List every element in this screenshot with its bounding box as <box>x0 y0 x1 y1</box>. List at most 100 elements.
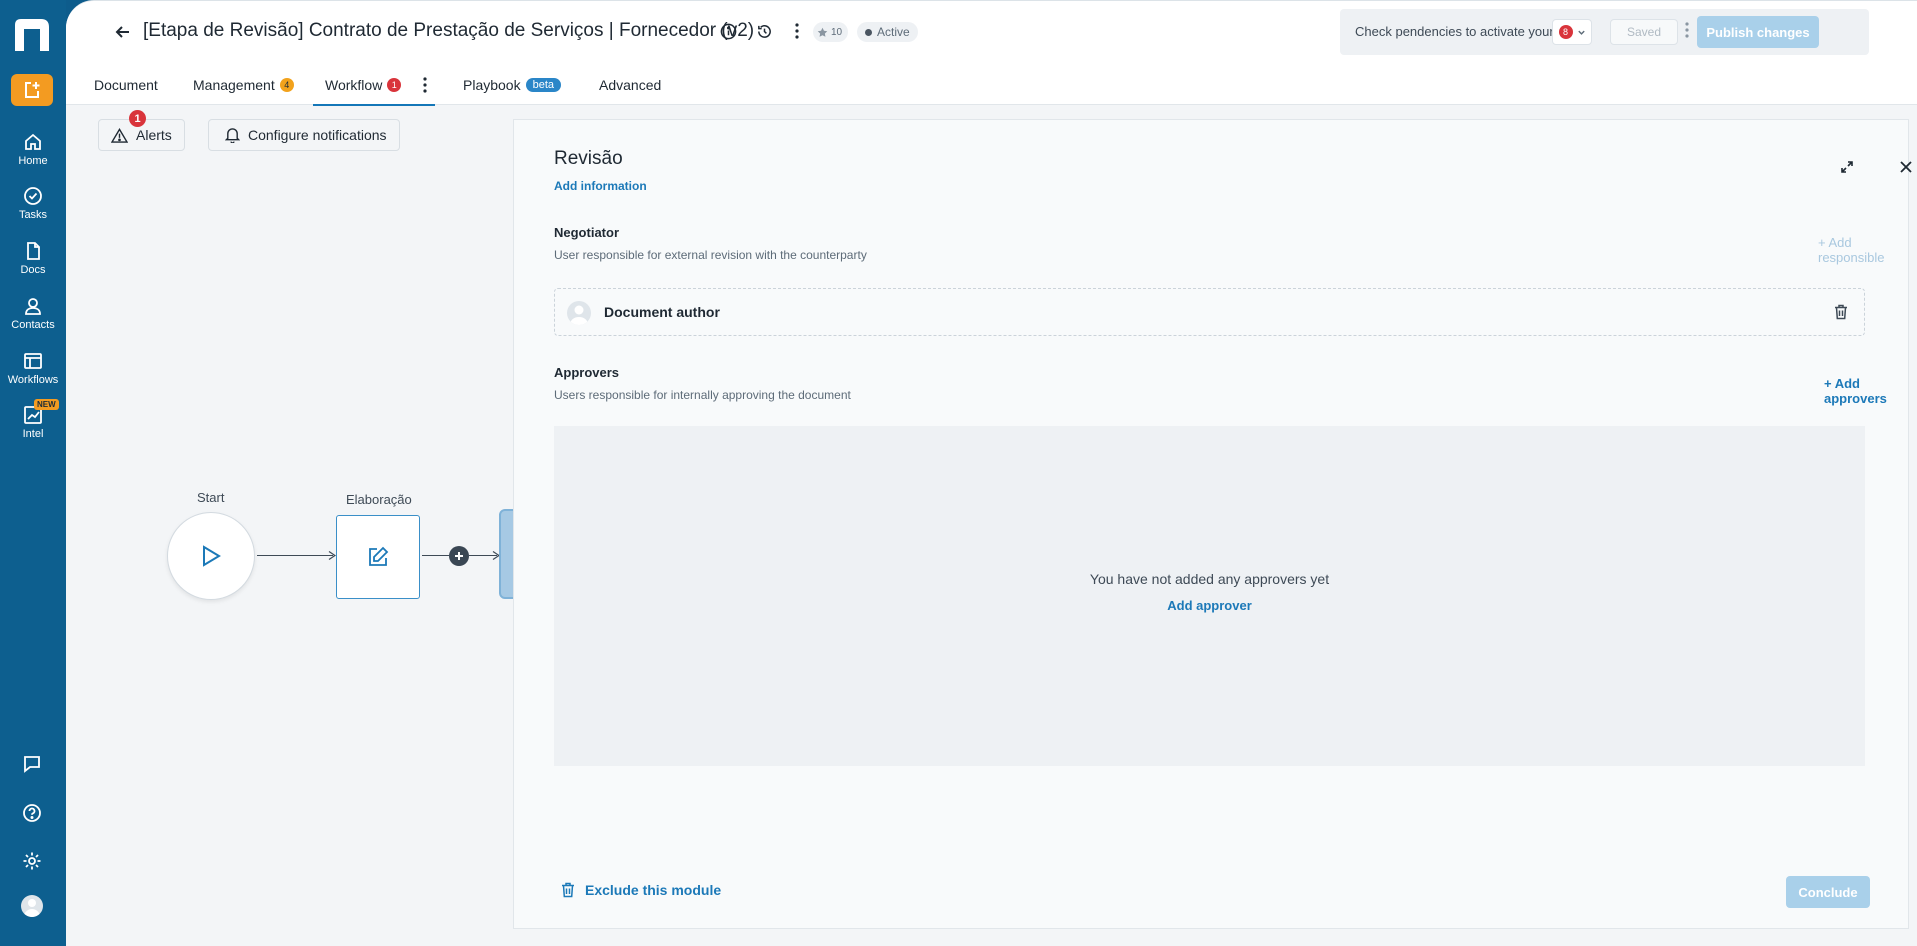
exclude-module-button[interactable]: Exclude this module <box>561 882 721 898</box>
plus-icon <box>455 552 463 560</box>
tab-label: Document <box>94 77 158 93</box>
tab-management[interactable]: Management 4 <box>193 65 294 105</box>
sidebar-item-contacts[interactable]: Contacts <box>0 296 66 331</box>
pendencies-count: 8 <box>1558 25 1573 39</box>
edit-icon <box>369 546 389 566</box>
more-vertical-icon <box>795 23 799 39</box>
add-document-icon <box>25 82 40 98</box>
saved-button[interactable]: Saved <box>1610 19 1678 45</box>
publish-bar: Check pendencies to activate your model … <box>1340 9 1869 55</box>
back-button[interactable] <box>114 23 132 46</box>
expand-button[interactable] <box>1841 160 1853 178</box>
workflow-icon <box>24 353 42 369</box>
header: [Etapa de Revisão] Contrato de Prestação… <box>66 1 1917 106</box>
sidebar-item-tasks[interactable]: Tasks <box>0 186 66 221</box>
sidebar-item-label: Contacts <box>11 319 55 331</box>
start-node-label: Start <box>197 490 225 505</box>
add-approver-link[interactable]: Add approver <box>554 598 1865 613</box>
sidebar-item-home[interactable]: Home <box>0 132 66 167</box>
tab-label: Workflow <box>325 77 383 93</box>
alerts-button[interactable]: Alerts 1 <box>98 110 185 151</box>
avatar-icon <box>570 305 588 325</box>
more-options-button[interactable] <box>788 22 806 40</box>
person-icon <box>25 298 41 315</box>
warning-icon <box>111 127 128 143</box>
page-title: [Etapa de Revisão] Contrato de Prestação… <box>143 20 755 41</box>
sidebar-item-label: Tasks <box>18 209 48 221</box>
new-badge: NEW <box>34 399 59 410</box>
add-responsible-button[interactable]: + Add responsible <box>1818 235 1908 265</box>
conclude-button[interactable]: Conclude <box>1786 876 1870 908</box>
sidebar-item-workflows[interactable]: Workflows <box>0 351 66 386</box>
alerts-count-badge: 1 <box>129 110 146 127</box>
help-icon <box>23 804 41 822</box>
start-node[interactable] <box>167 512 255 600</box>
avatar <box>567 301 591 325</box>
user-avatar[interactable] <box>21 895 43 917</box>
more-vertical-icon <box>1685 22 1689 38</box>
settings-button[interactable] <box>20 849 44 873</box>
info-button[interactable] <box>719 22 737 40</box>
remove-negotiator-button[interactable] <box>1834 304 1848 325</box>
step-details-panel: Revisão Add information Negotiator User … <box>513 119 1912 929</box>
history-icon <box>757 24 771 38</box>
expand-icon <box>1841 161 1853 173</box>
beta-badge: beta <box>525 78 562 92</box>
approvers-title: Approvers <box>554 365 620 380</box>
negotiator-title: Negotiator <box>554 225 619 240</box>
tab-label: Management <box>193 77 275 93</box>
arrowhead-icon <box>328 551 336 560</box>
chat-button[interactable] <box>20 752 44 776</box>
add-approvers-button[interactable]: + Add approvers <box>1824 376 1908 406</box>
tab-document[interactable]: Document <box>94 65 158 105</box>
close-icon <box>1900 161 1912 173</box>
add-step-button[interactable] <box>449 546 469 566</box>
star-badge[interactable]: 10 <box>813 22 849 42</box>
document-icon <box>27 242 40 260</box>
publish-more-button[interactable] <box>1685 22 1689 43</box>
empty-state-text: You have not added any approvers yet <box>1089 571 1330 587</box>
tab-label: Advanced <box>599 77 662 93</box>
panel-title: Revisão <box>554 148 623 169</box>
bell-icon <box>225 128 240 143</box>
alerts-label: Alerts <box>136 127 172 143</box>
elaboracao-node[interactable] <box>336 515 420 599</box>
main-area: [Etapa de Revisão] Contrato de Prestação… <box>66 0 1917 946</box>
history-button[interactable] <box>755 22 773 40</box>
play-icon <box>203 545 221 567</box>
approvers-empty-state: You have not added any approvers yet Add… <box>554 426 1865 766</box>
status-dot <box>865 28 872 36</box>
star-count: 10 <box>831 26 843 38</box>
tab-workflow-menu[interactable] <box>423 65 427 105</box>
chevron-down-icon <box>1577 30 1585 35</box>
sidebar-item-label: Workflows <box>7 374 59 386</box>
home-icon <box>25 133 41 150</box>
connector-arrow <box>257 555 333 556</box>
pendencies-dropdown[interactable]: 8 <box>1552 19 1592 45</box>
check-circle-icon <box>24 187 42 205</box>
new-document-button[interactable] <box>11 74 53 106</box>
sidebar: Home Tasks Docs Contacts Workflows Intel… <box>0 0 66 946</box>
trash-icon <box>1835 304 1847 320</box>
sidebar-item-docs[interactable]: Docs <box>0 241 66 276</box>
tab-playbook[interactable]: Playbook beta <box>463 65 562 105</box>
avatar-icon <box>24 899 40 917</box>
tab-label: Playbook <box>463 77 521 93</box>
tab-advanced[interactable]: Advanced <box>599 65 661 105</box>
configure-notifications-button[interactable]: Configure notifications <box>208 119 400 151</box>
publish-changes-button[interactable]: Publish changes <box>1697 16 1819 48</box>
tab-workflow[interactable]: Workflow 1 <box>312 65 436 106</box>
info-icon <box>720 23 736 39</box>
tab-count-badge: 4 <box>279 78 294 92</box>
sidebar-item-intel[interactable]: Intel NEW <box>0 399 66 440</box>
connector-line <box>422 555 449 556</box>
app-logo[interactable] <box>13 17 51 53</box>
negotiator-card: Document author <box>554 288 1865 336</box>
add-information-link[interactable]: Add information <box>554 179 647 193</box>
help-button[interactable] <box>20 801 44 825</box>
star-icon <box>817 27 828 37</box>
elaboracao-node-label: Elaboração <box>346 492 412 507</box>
close-button[interactable] <box>1899 160 1913 179</box>
exclude-module-label: Exclude this module <box>585 882 722 898</box>
status-label: Active <box>877 25 910 39</box>
